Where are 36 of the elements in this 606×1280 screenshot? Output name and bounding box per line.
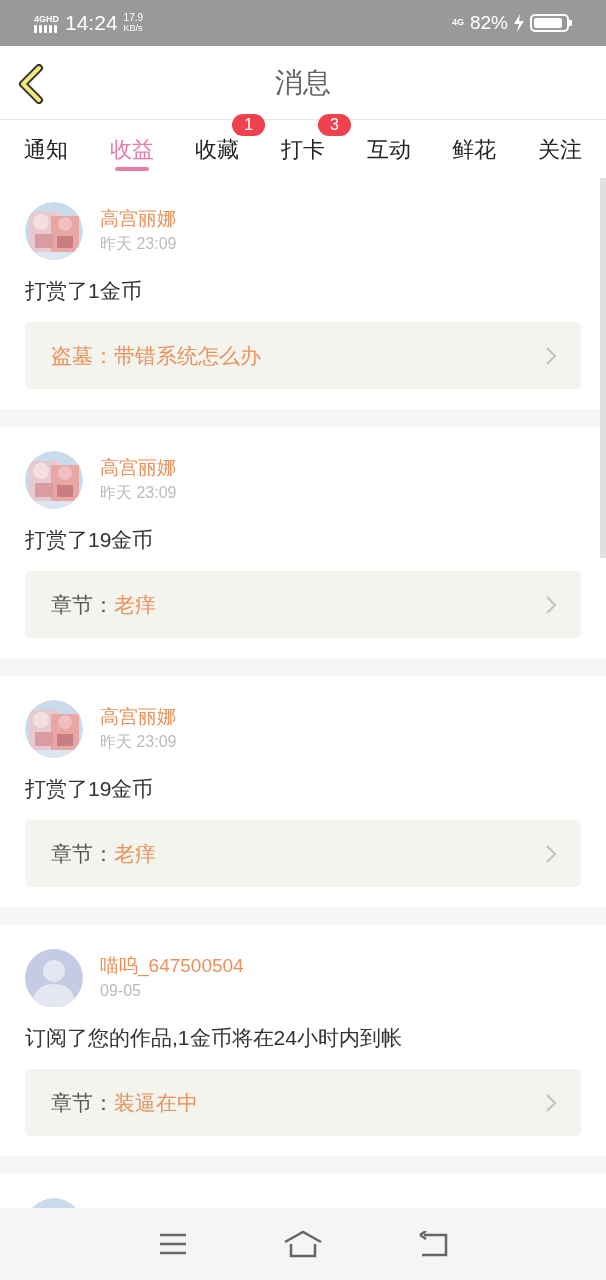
count-badge: 1 <box>232 114 266 136</box>
count-badge: 3 <box>317 114 351 136</box>
menu-icon[interactable] <box>157 1232 188 1256</box>
message-time: 昨天 23:09 <box>100 732 177 752</box>
network-label: 4GHD <box>34 13 59 24</box>
battery-icon <box>530 14 572 32</box>
speed-unit: KB/s <box>123 23 144 33</box>
chapter-link[interactable]: 章节：老痒 <box>25 820 581 887</box>
home-icon[interactable] <box>283 1230 323 1258</box>
network-label: 4G <box>451 16 464 30</box>
chapter-link[interactable]: 章节：装逼在中 <box>25 1069 581 1136</box>
chevron-right-icon <box>545 1092 557 1113</box>
back-icon[interactable] <box>418 1231 449 1257</box>
charging-icon <box>514 14 524 32</box>
avatar-icon <box>25 949 83 1007</box>
chapter-link[interactable]: 章节：老痒 <box>25 571 581 638</box>
message-time: 昨天 23:09 <box>100 234 177 254</box>
battery-percent: 82% <box>469 10 508 35</box>
tab[interactable]: 通知 <box>24 120 68 178</box>
message-text: 打赏了19金币 <box>25 776 155 802</box>
speed-value: 17.9 <box>123 13 144 23</box>
message-text: 打赏了1金币 <box>25 278 143 304</box>
back-button[interactable] <box>16 64 46 104</box>
message-text: 订阅了您的作品,1金币将在24小时内到帐 <box>25 1025 403 1051</box>
chevron-right-icon <box>545 594 557 615</box>
tab[interactable]: 关注 <box>537 120 582 178</box>
message-time: 09-05 <box>100 981 142 1001</box>
message-time: 昨天 23:09 <box>100 483 177 503</box>
chevron-right-icon <box>545 843 557 864</box>
tab[interactable]: 鲜花 <box>452 120 497 178</box>
clock: 14:24 <box>65 10 118 37</box>
page-title: 消息 <box>275 65 331 100</box>
message-text: 打赏了19金币 <box>25 527 155 553</box>
tab[interactable]: 互动 <box>366 120 411 178</box>
chevron-right-icon <box>545 345 557 366</box>
signal-icon <box>34 23 58 33</box>
